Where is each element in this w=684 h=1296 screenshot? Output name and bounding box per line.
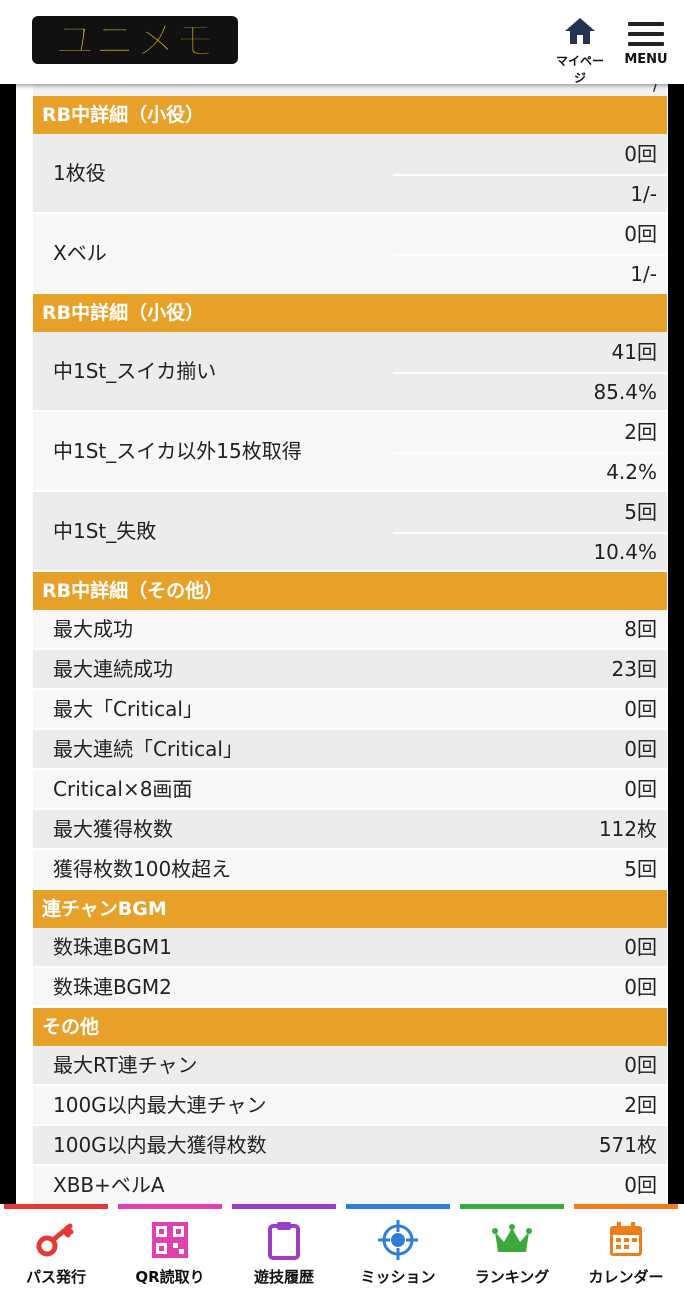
nav-play-history[interactable]: 遊技履歴 [232, 1204, 336, 1296]
bottom-nav: パス発行 QR読取り 遊技履歴 ミッション ランキング カレンダー [0, 1204, 684, 1296]
stat-row: 数珠連BGM2 0回 [33, 968, 667, 1008]
stat-row: 獲得枚数100枚超え 5回 [33, 850, 667, 890]
stat-name: 中1St_スイカ以外15枚取得 [53, 439, 302, 463]
mypage-button[interactable]: マイページ [552, 16, 608, 86]
nav-label: ランキング [474, 1268, 550, 1286]
stat-name: 100G以内最大獲得枚数 [53, 1133, 267, 1157]
stat-row: 最大連続成功 23回 [33, 650, 667, 690]
stat-count: 2回 [624, 420, 657, 444]
stat-row: 最大獲得枚数 112枚 [33, 810, 667, 850]
menu-label: MENU [624, 52, 668, 67]
section-header-other: その他 [33, 1008, 667, 1046]
stat-count: 5回 [624, 500, 657, 524]
stat-value: 2回 [624, 1093, 657, 1117]
menu-button[interactable]: MENU [620, 16, 672, 67]
crown-icon [492, 1224, 532, 1252]
stat-name: 中1St_失敗 [53, 519, 157, 543]
stat-name: 最大獲得枚数 [53, 817, 173, 841]
stat-rate: 4.2% [606, 460, 657, 484]
stat-value: 0回 [624, 697, 657, 721]
unimemo-logo[interactable]: ユニメモ [30, 10, 240, 68]
stat-value: 23回 [611, 657, 657, 681]
logo-text: ユニメモ [55, 18, 215, 64]
nav-pass-issue[interactable]: パス発行 [4, 1204, 108, 1296]
hamburger-icon [620, 16, 672, 46]
stat-value: 0回 [624, 975, 657, 999]
stat-name: Critical×8画面 [53, 777, 193, 801]
nav-qr-read[interactable]: QR読取り [118, 1204, 222, 1296]
stat-row: 1枚役 0回 1/- [33, 134, 667, 214]
mypage-label: マイページ [555, 54, 604, 85]
stat-row: 100G以内最大連チャン 2回 [33, 1086, 667, 1126]
stat-value: 8回 [624, 617, 657, 641]
clipboard-icon [268, 1222, 300, 1260]
stat-name: 中1St_スイカ揃い [53, 359, 217, 383]
stat-name: 獲得枚数100枚超え [53, 857, 232, 881]
stat-name: XBB+ベルA [53, 1173, 165, 1197]
stat-row: 数珠連BGM1 0回 [33, 928, 667, 968]
nav-label: 遊技履歴 [253, 1268, 314, 1286]
stat-name: 数珠連BGM2 [53, 975, 172, 999]
qr-code-icon [152, 1222, 188, 1258]
nav-label: カレンダー [588, 1268, 664, 1286]
stat-value: 112枚 [598, 817, 657, 841]
stat-count: 0回 [624, 222, 657, 246]
app-header: ユニメモ マイページ MENU [0, 0, 684, 86]
section-header-rb-other: RB中詳細（その他） [33, 572, 667, 610]
section-header-rb-small-2: RB中詳細（小役） [33, 294, 667, 332]
stat-name: 1枚役 [53, 161, 106, 185]
stat-name: 最大RT連チャン [53, 1053, 198, 1077]
stat-value: 0回 [624, 935, 657, 959]
stat-value: 0回 [624, 1173, 657, 1197]
stat-row: 中1St_スイカ揃い 41回 85.4% [33, 332, 667, 412]
section-header-bgm: 連チャンBGM [33, 890, 667, 928]
stat-row: 100G以内最大獲得枚数 571枚 [33, 1126, 667, 1166]
nav-ranking[interactable]: ランキング [460, 1204, 564, 1296]
nav-label: QR読取り [135, 1268, 205, 1286]
stat-row: XBB+ベルA 0回 [33, 1166, 667, 1204]
stat-count: 0回 [624, 142, 657, 166]
calendar-icon [610, 1222, 642, 1256]
stat-row: Xベル 0回 1/- [33, 214, 667, 294]
stat-row: 最大RT連チャン 0回 [33, 1046, 667, 1086]
stat-rate: 10.4% [593, 540, 657, 564]
stat-name: 最大「Critical」 [53, 697, 203, 721]
stat-row: 中1St_スイカ以外15枚取得 2回 4.2% [33, 412, 667, 492]
nav-label: ミッション [360, 1268, 436, 1286]
stat-count: 41回 [611, 340, 657, 364]
stat-name: 最大連続成功 [53, 657, 173, 681]
stat-row: 中1St_失敗 5回 10.4% [33, 492, 667, 572]
stat-rate: 1/- [630, 182, 657, 206]
stat-row: Critical×8画面 0回 [33, 770, 667, 810]
stat-name: Xベル [53, 241, 107, 265]
stat-value: 571枚 [598, 1133, 657, 1157]
stat-value: 0回 [624, 1053, 657, 1077]
stats-content[interactable]: / RB中詳細（小役） 1枚役 0回 1/- Xベル 0回 1/- RB中詳細（… [16, 84, 668, 1204]
stat-value: 0回 [624, 777, 657, 801]
nav-mission[interactable]: ミッション [346, 1204, 450, 1296]
nav-label: パス発行 [25, 1268, 86, 1286]
cut-off-value: / [652, 84, 659, 95]
key-icon [36, 1223, 74, 1257]
stat-rate: 1/- [630, 262, 657, 286]
stat-name: 最大連続「Critical」 [53, 737, 243, 761]
stat-value: 5回 [624, 857, 657, 881]
stat-rate: 85.4% [593, 380, 657, 404]
home-icon [565, 18, 595, 44]
stat-name: 数珠連BGM1 [53, 935, 172, 959]
stat-row: 最大「Critical」 0回 [33, 690, 667, 730]
stats-sections: RB中詳細（小役） 1枚役 0回 1/- Xベル 0回 1/- RB中詳細（小役… [33, 96, 667, 1204]
stat-row: 最大成功 8回 [33, 610, 667, 650]
section-header-rb-small: RB中詳細（小役） [33, 96, 667, 134]
target-icon [378, 1220, 418, 1260]
stat-name: 最大成功 [53, 617, 133, 641]
stat-row: 最大連続「Critical」 0回 [33, 730, 667, 770]
stat-value: 0回 [624, 737, 657, 761]
stat-name: 100G以内最大連チャン [53, 1093, 267, 1117]
nav-calendar[interactable]: カレンダー [574, 1204, 678, 1296]
